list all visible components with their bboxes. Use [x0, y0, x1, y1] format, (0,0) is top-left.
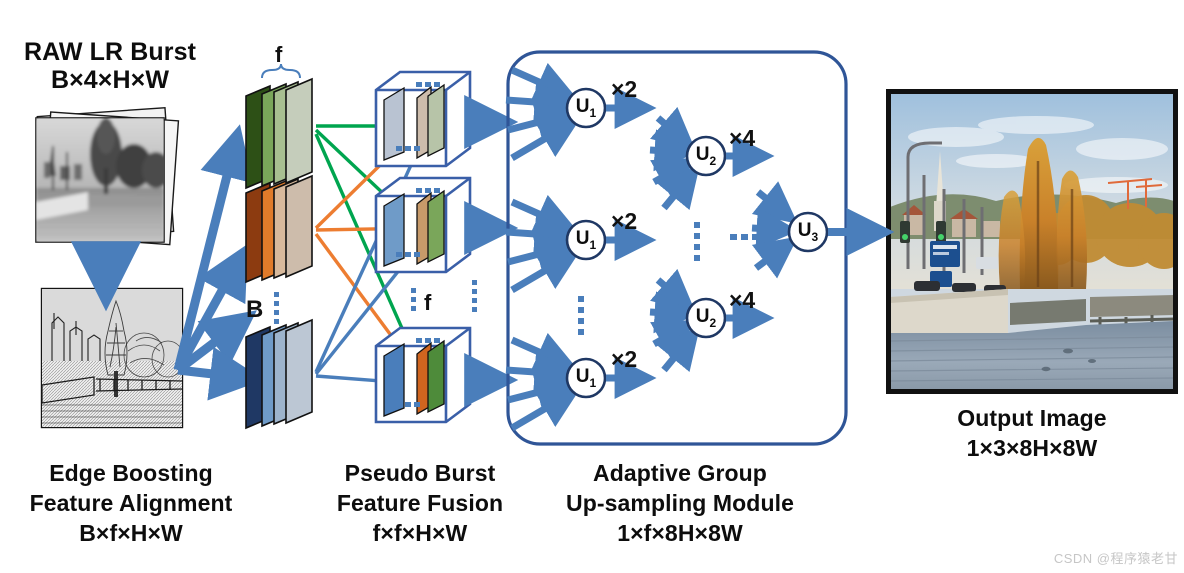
unit-u-subscript: 1 — [589, 105, 597, 120]
multiplier-u2-bottom: ×4 — [729, 287, 756, 313]
pseudo-burst-cube-1 — [374, 70, 519, 168]
raw-lr-burst-title-line2: B×4×H×W — [50, 66, 170, 94]
unit-u-letter: U — [575, 228, 590, 249]
fusion-f-tag: f — [424, 290, 432, 315]
pseudo-burst-cube-3 — [374, 326, 519, 424]
input-flow-arrows — [70, 124, 265, 401]
unit-u-subscript: 2 — [709, 153, 717, 168]
multiplier-u1-bottom: ×2 — [611, 346, 638, 372]
alignment-title-line2: Feature Alignment — [29, 490, 233, 516]
feature-stack-blue — [245, 318, 313, 430]
diagram-root: RAW LR Burst B×4×H×W f B f Edge Boosting… — [0, 0, 1184, 573]
unit-u-subscript: 1 — [589, 237, 597, 252]
upsample-title-line1: Adaptive Group — [593, 460, 767, 486]
unit-label-u1-bottom: U1 — [571, 366, 601, 390]
multiplier-u2-top: ×4 — [729, 125, 756, 151]
unit-u-subscript: 2 — [709, 315, 717, 330]
upsample-title-line3: 1×f×8H×8W — [617, 520, 743, 546]
unit-label-u1-middle: U1 — [571, 228, 601, 252]
feature-stack-green — [245, 77, 313, 190]
fusion-title-line3: f×f×H×W — [372, 520, 468, 546]
cube-f-ellipsis — [411, 288, 416, 311]
unit-u-subscript: 1 — [589, 375, 597, 390]
unit-label-u2-top: U2 — [691, 144, 721, 168]
module-vertical-ellipsis-mid — [694, 222, 700, 261]
unit-u-subscript: 3 — [811, 229, 819, 244]
raw-lr-burst-title-line1: RAW LR Burst — [23, 38, 197, 66]
unit-u-letter: U — [695, 306, 710, 327]
fusion-title-line2: Feature Fusion — [336, 490, 504, 516]
output-title-line1: Output Image — [957, 405, 1107, 431]
unit-label-u2-bottom: U2 — [691, 306, 721, 330]
alignment-title-line1: Edge Boosting — [49, 460, 213, 486]
unit-u-letter: U — [695, 144, 710, 165]
multiplier-u1-top: ×2 — [611, 76, 638, 102]
feature-stack-orange — [245, 174, 313, 284]
unit-label-u3: U3 — [793, 220, 823, 244]
module-vertical-ellipsis-left — [578, 296, 584, 335]
pseudo-burst-cube-2 — [374, 176, 519, 274]
module-horizontal-ellipsis — [730, 234, 759, 240]
multiplier-u1-middle: ×2 — [611, 208, 638, 234]
alignment-f-tag: f — [275, 42, 283, 67]
csdn-watermark: CSDN @程序猿老甘 — [1053, 551, 1178, 566]
output-title-line2: 1×3×8H×8W — [966, 435, 1098, 461]
upsample-title-line2: Up-sampling Module — [566, 490, 794, 516]
fusion-title-line1: Pseudo Burst — [344, 460, 496, 486]
unit-label-u1-top: U1 — [571, 96, 601, 120]
unit-u-letter: U — [797, 220, 812, 241]
alignment-title-line3: B×f×H×W — [79, 520, 183, 546]
unit-u-letter: U — [575, 366, 590, 387]
stack-vertical-ellipsis — [274, 292, 279, 324]
unit-u-letter: U — [575, 96, 590, 117]
alignment-B-tag: B — [246, 296, 264, 323]
cube-vertical-ellipsis — [472, 280, 477, 312]
